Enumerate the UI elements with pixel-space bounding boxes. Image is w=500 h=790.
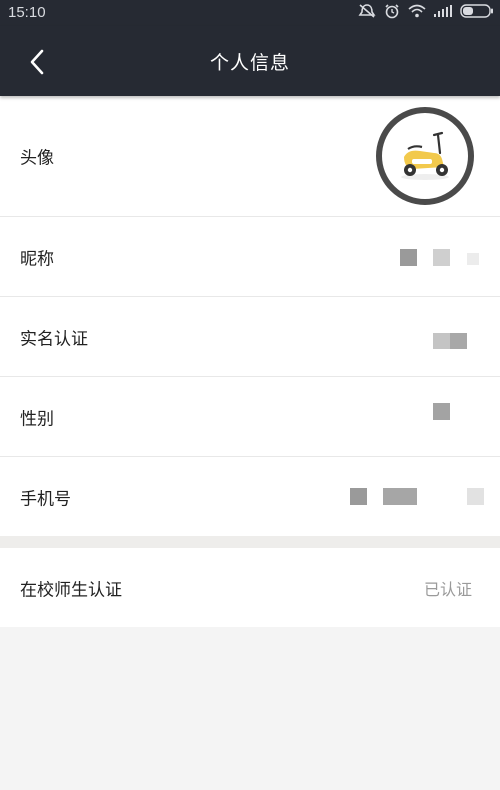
- signal-icon: [434, 5, 452, 17]
- real-name-value-redacted-2: [450, 333, 467, 349]
- verification-section: 在校师生认证 已认证: [0, 548, 500, 627]
- real-name-value-redacted: [433, 333, 450, 349]
- row-campus-verification[interactable]: 在校师生认证 已认证: [0, 548, 500, 627]
- wifi-icon: [408, 4, 426, 18]
- gender-value-redacted: [433, 403, 450, 420]
- row-label-nickname: 昵称: [20, 249, 54, 269]
- row-label-campus-verification: 在校师生认证: [20, 580, 122, 600]
- page-title: 个人信息: [209, 52, 290, 74]
- phone-value-redacted-2: [383, 488, 417, 505]
- status-time: 15:10: [8, 4, 46, 21]
- row-avatar[interactable]: 头像: [0, 96, 500, 217]
- row-nickname[interactable]: 昵称: [0, 217, 500, 297]
- content: 头像 昵称 实名认证 性别 手机号 在校师生认证 已认证: [0, 96, 500, 790]
- alarm-icon: [384, 3, 400, 19]
- avatar[interactable]: [376, 107, 474, 205]
- nickname-value-redacted-3: [467, 253, 479, 265]
- status-bar: 15:10: [0, 0, 500, 26]
- row-label-real-name: 实名认证: [20, 329, 88, 349]
- status-icons: [358, 3, 494, 19]
- scooter-icon: [401, 131, 449, 180]
- nickname-value-redacted-2: [433, 249, 450, 266]
- phone-value-redacted-3: [467, 488, 484, 505]
- nickname-value-redacted: [400, 249, 417, 266]
- mute-icon: [358, 3, 376, 19]
- nav-bar: 个人信息: [0, 26, 500, 96]
- verification-status: 已认证: [423, 579, 472, 599]
- row-label-gender: 性别: [20, 409, 54, 429]
- row-real-name[interactable]: 实名认证: [0, 297, 500, 377]
- row-phone[interactable]: 手机号: [0, 457, 500, 536]
- row-gender[interactable]: 性别: [0, 377, 500, 457]
- row-label-phone: 手机号: [20, 489, 71, 509]
- phone-value-redacted: [350, 488, 367, 505]
- section-divider: [0, 536, 500, 548]
- row-label-avatar: 头像: [20, 148, 54, 169]
- profile-section: 头像 昵称 实名认证 性别 手机号: [0, 96, 500, 536]
- battery-icon: [460, 4, 494, 18]
